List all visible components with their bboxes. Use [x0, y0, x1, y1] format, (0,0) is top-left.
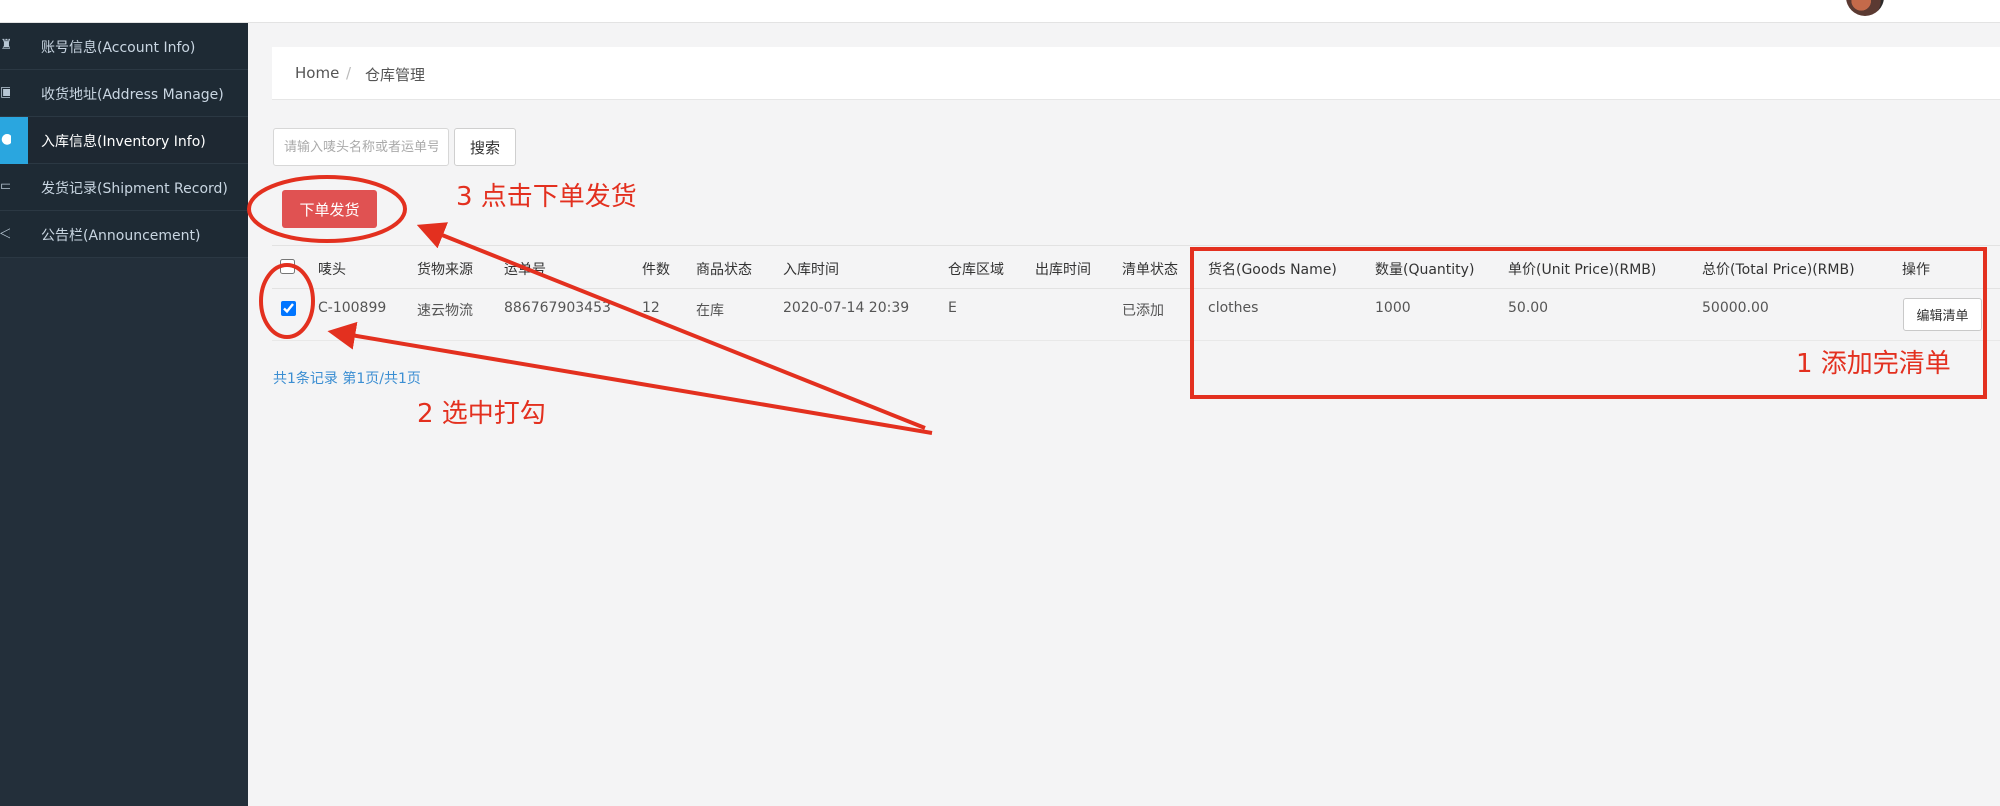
table-cell: 50000.00 — [1702, 300, 1769, 316]
address-card-icon: ▣ — [0, 84, 10, 100]
column-header: 件数 — [642, 262, 670, 278]
column-header: 操作 — [1902, 262, 1930, 278]
sidebar-item-address-manage[interactable]: ▣ 收货地址(Address Manage) — [0, 70, 248, 117]
annotation-overlay — [247, 175, 1987, 435]
sidebar-item-shipment-record[interactable]: ▭ 发货记录(Shipment Record) — [0, 164, 248, 211]
sidebar-item-label: 收货地址(Address Manage) — [41, 87, 224, 103]
table-cell: 已添加 — [1122, 303, 1164, 319]
top-bar — [0, 0, 2000, 23]
column-header: 唛头 — [318, 262, 346, 278]
edit-list-button[interactable]: 编辑清单 — [1903, 298, 1982, 331]
table-cell: 1000 — [1375, 300, 1411, 316]
table-cell: E — [948, 300, 957, 316]
sidebar-item-label: 入库信息(Inventory Info) — [41, 134, 206, 150]
table-cell: 在库 — [696, 303, 724, 319]
sidebar-item-announcement[interactable]: ◁ 公告栏(Announcement) — [0, 211, 248, 258]
table-cell: clothes — [1208, 300, 1259, 316]
user-icon: ♜ — [0, 37, 10, 53]
column-header: 入库时间 — [783, 262, 839, 278]
annotation-step-3: 3 点击下单发货 — [456, 182, 637, 212]
sidebar-item-inventory-info[interactable]: ● 入库信息(Inventory Info) — [0, 117, 248, 164]
table-cell: C-100899 — [318, 300, 387, 316]
column-header: 货物来源 — [417, 262, 473, 278]
check-circle-icon: ● — [1, 131, 11, 147]
search-button[interactable]: 搜索 — [454, 128, 516, 166]
sidebar-item-account-info[interactable]: ♜ 账号信息(Account Info) — [0, 23, 248, 70]
monitor-icon: ▭ — [0, 178, 10, 194]
user-avatar[interactable] — [1846, 0, 1884, 16]
table-cell: 速云物流 — [417, 303, 473, 319]
sidebar: ♜ 账号信息(Account Info) ▣ 收货地址(Address Mana… — [0, 23, 248, 806]
sidebar-item-label: 账号信息(Account Info) — [41, 40, 196, 56]
table-header-row: 唛头 货物来源 运单号 件数 商品状态 入库时间 仓库区域 出库时间 清单状态 … — [272, 245, 2000, 289]
table-cell: 886767903453 — [504, 300, 611, 316]
breadcrumb-home-link[interactable]: Home — [295, 64, 339, 82]
annotation-step-2: 2 选中打勾 — [417, 399, 546, 429]
select-all-checkbox[interactable] — [280, 259, 295, 274]
column-header: 单价(Unit Price)(RMB) — [1508, 262, 1657, 278]
column-header: 出库时间 — [1035, 262, 1091, 278]
table-row[interactable]: C-100899 速云物流 886767903453 12 在库 2020-07… — [272, 289, 2000, 341]
column-header: 货名(Goods Name) — [1208, 262, 1337, 278]
search-input[interactable] — [273, 128, 449, 166]
column-header: 商品状态 — [696, 262, 752, 278]
megaphone-icon: ◁ — [0, 225, 10, 241]
place-order-button[interactable]: 下单发货 — [282, 190, 377, 228]
table-cell: 12 — [642, 300, 660, 316]
annotation-step-1: 1 添加完清单 — [1796, 349, 1951, 379]
pagination-info: 共1条记录 第1页/共1页 — [273, 371, 421, 387]
sidebar-item-label: 发货记录(Shipment Record) — [41, 181, 228, 197]
table-cell: 2020-07-14 20:39 — [783, 300, 910, 316]
column-header: 总价(Total Price)(RMB) — [1702, 262, 1855, 278]
column-header: 运单号 — [504, 262, 546, 278]
column-header: 数量(Quantity) — [1375, 262, 1475, 278]
column-header: 清单状态 — [1122, 262, 1178, 278]
breadcrumb-current: 仓库管理 — [365, 66, 426, 84]
breadcrumb-separator: / — [346, 64, 352, 82]
sidebar-item-label: 公告栏(Announcement) — [41, 228, 201, 244]
breadcrumb: Home / 仓库管理 — [272, 47, 2000, 100]
row-select-checkbox[interactable] — [281, 301, 296, 316]
column-header: 仓库区域 — [948, 262, 1004, 278]
table-cell: 50.00 — [1508, 300, 1549, 316]
inventory-table: 唛头 货物来源 运单号 件数 商品状态 入库时间 仓库区域 出库时间 清单状态 … — [272, 245, 2000, 341]
